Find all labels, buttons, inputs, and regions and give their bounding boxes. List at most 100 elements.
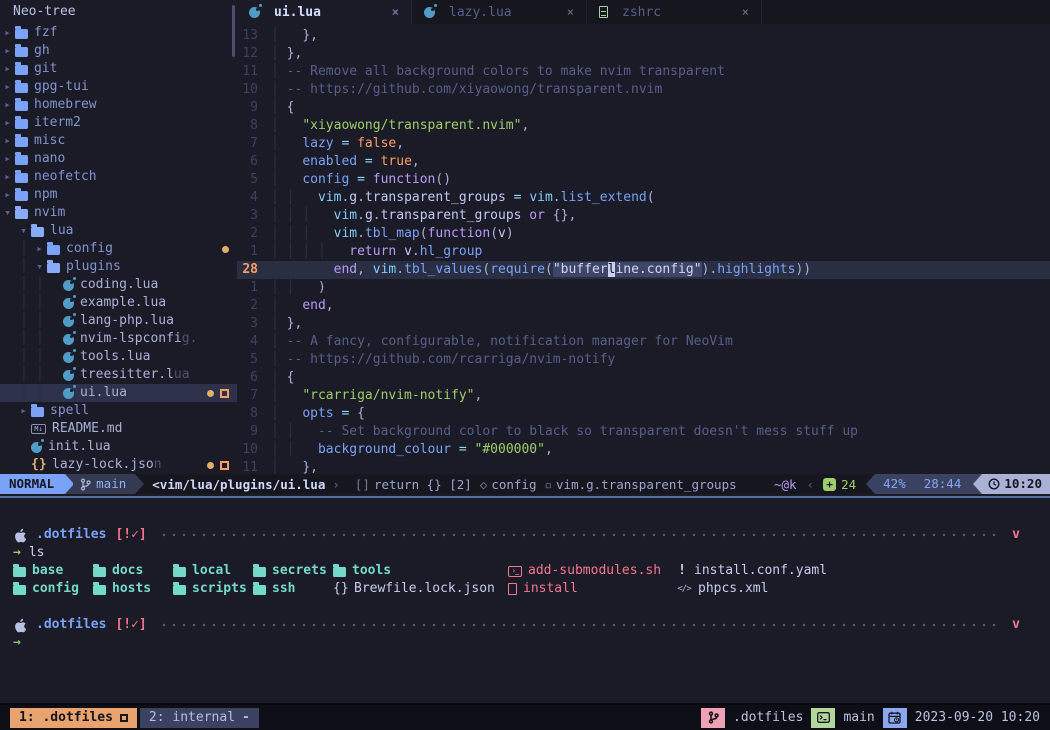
close-icon[interactable]: × [567,5,574,19]
code-line[interactable]: 13│ }, [237,27,1050,45]
tree-item-lang-php-lua[interactable]: ││lang-php.lua [0,312,237,330]
chevron-right-icon[interactable]: ▸ [0,186,15,204]
code-token: g [365,208,373,223]
code-line[interactable]: 1│ │ │ │ return v.hl_group [237,243,1050,261]
folder-icon [173,567,186,577]
code-token: background_colour [318,442,451,457]
shell-pane[interactable]: .dotfiles[!✓]v→lsbasedocslocalsecretstoo… [0,500,1050,703]
prompt-dotted-leader [159,526,1002,544]
tmux-window-1-dotfiles[interactable]: 1: .dotfiles [10,708,137,728]
code-token: ( [490,226,498,241]
code-line[interactable]: 12│ }, [237,45,1050,63]
line-number: 10 [237,81,271,99]
tree-item-homebrew[interactable]: ▸homebrew [0,96,237,114]
tree-item-spell[interactable]: ▸spell [0,402,237,420]
code-area[interactable]: 13│ },12│ },11│ -- Remove all background… [237,24,1050,474]
tree-item-gpg-tui[interactable]: ▸gpg-tui [0,78,237,96]
tree-item-coding-lua[interactable]: ││coding.lua [0,276,237,294]
chevron-down-icon[interactable]: ▾ [16,222,31,240]
code-line[interactable]: 1│ │ ) [237,279,1050,297]
chevron-right-icon[interactable]: ▸ [0,150,15,168]
chevron-right-icon[interactable]: ▸ [32,240,47,258]
line-number: 12 [237,45,271,63]
chevron-right-icon[interactable]: ▸ [0,132,15,150]
code-line[interactable]: 8│ opts = { [237,405,1050,423]
code-line[interactable]: 7│ lazy = false, [237,135,1050,153]
folder-icon [15,191,28,201]
tree-item-tools-lua[interactable]: ││tools.lua [0,348,237,366]
indent-guide: │ [32,366,48,384]
tmux-window-2-internal[interactable]: 2: internal- [140,708,259,728]
code-line[interactable]: 2│ │ │ vim.tbl_map(function(v) [237,225,1050,243]
tab-zshrc[interactable]: zshrc× [587,0,762,24]
tab-ui-lua[interactable]: ui.lua× [237,0,412,24]
code-line[interactable]: 8│ "xiyaowong/transparent.nvim", [237,117,1050,135]
tree-item-readme-md[interactable]: M↓README.md [0,420,237,438]
chevron-down-icon[interactable]: ▾ [0,204,15,222]
code-line[interactable]: 9│ { [237,99,1050,117]
tree-item-nvim-lspconfi[interactable]: ││nvim-lspconfig. [0,330,237,348]
neotree-panel: Neo-tree ▸fzf▸gh▸git▸gpg-tui▸homebrew▸it… [0,0,237,474]
shell-prompt-cursor-line[interactable]: → [0,634,1050,652]
tree-item-treesitter-l[interactable]: ││treesitter.lua [0,366,237,384]
code-token: │ [271,100,287,115]
code-line[interactable]: 6│ enabled = true, [237,153,1050,171]
tree-item-neofetch[interactable]: ▸neofetch [0,168,237,186]
code-line[interactable]: 10│ │ background_colour = "#000000", [237,441,1050,459]
code-line[interactable]: 11│ }, [237,459,1050,474]
tree-item-gh[interactable]: ▸gh [0,42,237,60]
neotree-title: Neo-tree [0,0,237,24]
mode-indicator: NORMAL [0,474,65,494]
code-line[interactable]: 9│ │ -- Set background color to black so… [237,423,1050,441]
tree-item-ui-lua[interactable]: ││ui.lua [0,384,237,402]
tree-item-example-lua[interactable]: ││example.lua [0,294,237,312]
code-token: vim [373,262,396,277]
code-line[interactable]: 28│ │ │ end, vim.tbl_values(require("buf… [237,261,1050,279]
chevron-right-icon[interactable]: ▸ [16,402,31,420]
chevron-down-icon[interactable]: ▾ [32,258,47,276]
code-token: ( [545,262,553,277]
chevron-right-icon[interactable]: ▸ [0,42,15,60]
code-text: │ }, [271,459,318,474]
git-branch-segment: main [73,474,135,494]
tree-item-misc[interactable]: ▸misc [0,132,237,150]
tree-item-lazy-lock-jso[interactable]: {}lazy-lock.json [0,456,237,474]
tree-item-nvim[interactable]: ▾nvim [0,204,237,222]
tree-item-init-lua[interactable]: init.lua [0,438,237,456]
tree-item-npm[interactable]: ▸npm [0,186,237,204]
tree-item-label: init.lua [48,438,111,456]
code-line[interactable]: 3│ │ │ vim.g.transparent_groups or {}, [237,207,1050,225]
tree-item-lua[interactable]: ▾lua [0,222,237,240]
tree-item-fzf[interactable]: ▸fzf [0,24,237,42]
code-line[interactable]: 2│ end, [237,297,1050,315]
close-icon[interactable]: × [392,5,399,19]
code-token: v [396,244,412,259]
code-line[interactable]: 5│ config = function() [237,171,1050,189]
ls-entry-base: base [13,562,63,580]
tree-item-nano[interactable]: ▸nano [0,150,237,168]
code-line[interactable]: 5│ -- https://github.com/rcarriga/nvim-n… [237,351,1050,369]
close-icon[interactable]: × [742,5,749,19]
code-line[interactable]: 4│ -- A fancy, configurable, notificatio… [237,333,1050,351]
code-line[interactable]: 6│ { [237,369,1050,387]
ls-entry-label: phpcs.xml [698,580,768,598]
chevron-right-icon[interactable]: ▸ [0,96,15,114]
code-token: list_extend [561,190,647,205]
code-line[interactable]: 10│ -- https://github.com/xiyaowong/tran… [237,81,1050,99]
chevron-right-icon[interactable]: ▸ [0,114,15,132]
tree-item-iterm2[interactable]: ▸iterm2 [0,114,237,132]
tab-lazy-lua[interactable]: lazy.lua× [412,0,587,24]
code-line[interactable]: 11│ -- Remove all background colors to m… [237,63,1050,81]
chevron-right-icon[interactable]: ▸ [0,24,15,42]
code-line[interactable]: 4│ │ vim.g.transparent_groups = vim.list… [237,189,1050,207]
chevron-right-icon[interactable]: ▸ [0,168,15,186]
neotree-scrollbar[interactable] [232,5,235,57]
code-line[interactable]: 3│ }, [237,315,1050,333]
tree-item-config[interactable]: │▸config [0,240,237,258]
chevron-right-icon[interactable]: ▸ [0,78,15,96]
line-number: 5 [237,171,271,189]
code-line[interactable]: 7│ "rcarriga/nvim-notify", [237,387,1050,405]
tree-item-plugins[interactable]: │▾plugins [0,258,237,276]
tree-item-git[interactable]: ▸git [0,60,237,78]
chevron-right-icon[interactable]: ▸ [0,60,15,78]
